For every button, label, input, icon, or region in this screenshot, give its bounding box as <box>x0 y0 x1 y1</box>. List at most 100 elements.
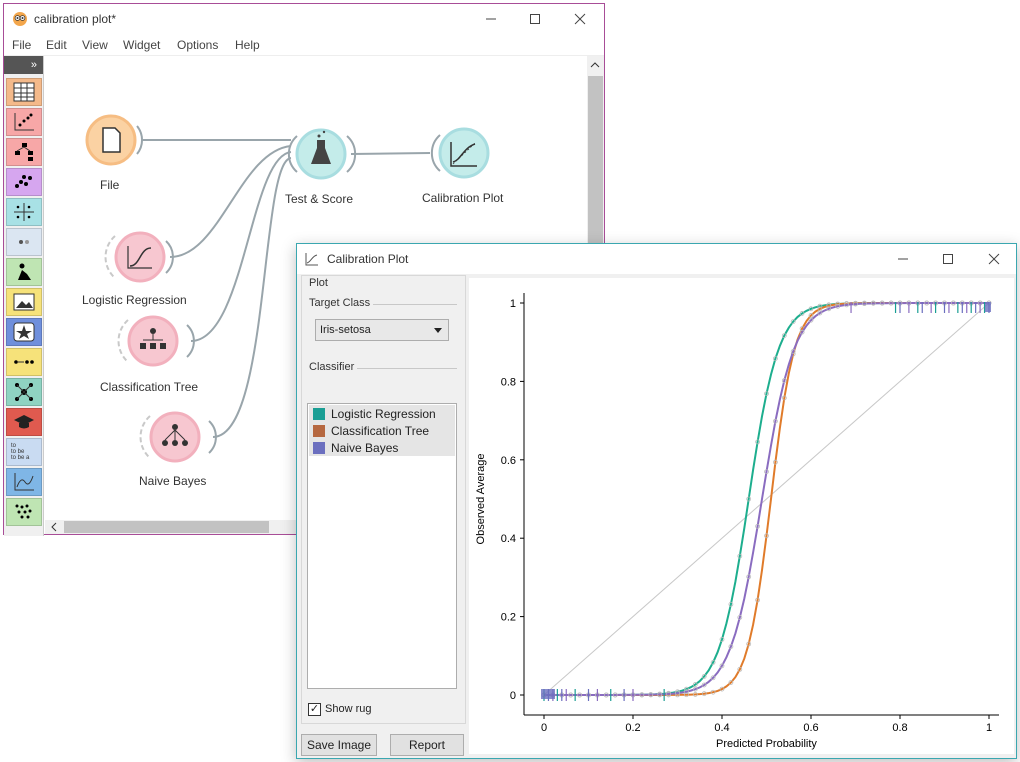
y-tick-label: 0.2 <box>501 612 516 624</box>
scroll-up-icon[interactable] <box>587 58 604 72</box>
control-panel: Plot Target Class Iris-setosa Classifier… <box>301 275 466 724</box>
classifier-item-logistic-regression[interactable]: Logistic Regression <box>309 405 455 422</box>
classifier-item-label: Naive Bayes <box>331 441 399 455</box>
naive-bayes-swatch <box>313 442 325 454</box>
target-class-value: Iris-setosa <box>320 324 371 336</box>
show-rug-label: Show rug <box>325 703 372 715</box>
cal-close-button[interactable] <box>971 244 1017 274</box>
widget-toolbox: » to to be to be a <box>4 56 44 536</box>
node-logistic-regression[interactable] <box>104 231 174 283</box>
toolbox-text-mining-icon[interactable]: to to be to be a <box>6 438 42 466</box>
classifier-item-naive-bayes[interactable]: Naive Bayes <box>309 439 455 456</box>
calibration-plot-area[interactable]: 0 0.2 0.4 0.6 0.8 1 0 0.2 0.4 0.6 0.8 1 Predicted Pr… <box>469 278 1014 754</box>
toolbox-tree-icon[interactable] <box>6 138 42 166</box>
x-tick-label: 0.4 <box>714 722 729 734</box>
x-tick-label: 0.8 <box>892 722 907 734</box>
vertical-scroll-thumb[interactable] <box>588 76 603 246</box>
minimize-icon <box>898 258 908 260</box>
close-icon <box>574 13 586 25</box>
menu-file[interactable]: File <box>12 38 31 52</box>
x-tick-label: 1 <box>986 722 992 734</box>
node-naive-bayes[interactable] <box>139 411 217 463</box>
toolbox-education-icon[interactable] <box>6 408 42 436</box>
cal-window-title: Calibration Plot <box>327 252 409 266</box>
classifier-item-label: Logistic Regression <box>331 407 436 421</box>
node-file[interactable] <box>85 114 144 166</box>
toolbox-image-icon[interactable] <box>6 288 42 316</box>
y-tick-label: 0.4 <box>501 533 516 545</box>
scroll-left-icon[interactable] <box>47 520 61 534</box>
node-test-score[interactable] <box>287 128 357 180</box>
rug-cluster-bottom <box>541 689 555 699</box>
menu-widget[interactable]: Widget <box>123 38 160 52</box>
classification-tree-swatch <box>313 425 325 437</box>
node-classification-tree-label: Classification Tree <box>100 380 199 394</box>
maximize-icon <box>530 14 540 24</box>
menu-options[interactable]: Options <box>177 38 218 52</box>
classifier-item-label: Classification Tree <box>331 424 430 438</box>
classifier-label: Classifier <box>309 361 358 373</box>
orange-app-icon <box>13 12 27 26</box>
show-rug-checkbox[interactable]: ✓ <box>308 703 321 716</box>
node-logistic-regression-label: Logistic Regression <box>82 293 187 307</box>
toolbox-cluster-icon[interactable] <box>6 168 42 196</box>
main-window-title: calibration plot* <box>34 12 117 26</box>
x-tick-label: 0 <box>541 722 547 734</box>
x-tick-label: 0.6 <box>803 722 818 734</box>
calibration-plot-window: Calibration Plot Plot Target Class Iris-… <box>296 243 1017 759</box>
main-titlebar: calibration plot* <box>4 4 604 34</box>
close-icon <box>988 253 1000 265</box>
classifier-listbox[interactable]: Logistic Regression Classification Tree … <box>307 403 457 689</box>
toolbox-matrix-icon[interactable] <box>6 198 42 226</box>
y-tick-label: 0.8 <box>501 376 516 388</box>
menu-edit[interactable]: Edit <box>46 38 67 52</box>
toolbox-distance-icon[interactable] <box>6 228 42 256</box>
toolbox-collapse-button[interactable]: » <box>4 56 43 74</box>
toolbox-data-table-icon[interactable] <box>6 78 42 106</box>
cal-minimize-button[interactable] <box>880 244 926 274</box>
node-classification-tree[interactable] <box>117 315 195 367</box>
diagonal-reference-line <box>543 302 990 696</box>
cal-maximize-button[interactable] <box>925 244 971 274</box>
y-tick-label: 0.6 <box>501 455 516 467</box>
menu-help[interactable]: Help <box>235 38 260 52</box>
classifier-item-classification-tree[interactable]: Classification Tree <box>309 422 455 439</box>
node-test-score-label: Test & Score <box>285 192 354 206</box>
y-tick-label: 1 <box>510 298 516 310</box>
target-class-label: Target Class <box>309 297 374 309</box>
calibration-plot-icon <box>305 253 318 266</box>
rug-cluster-top <box>985 302 991 312</box>
chevron-down-icon <box>434 328 442 333</box>
plot-group-label: Plot <box>309 277 331 289</box>
report-button[interactable]: Report <box>390 734 464 756</box>
maximize-button[interactable] <box>512 4 558 34</box>
toolbox-network-icon[interactable] <box>6 378 42 406</box>
node-calibration-plot[interactable] <box>430 127 490 179</box>
minimize-icon <box>486 18 496 20</box>
y-tick-label: 0 <box>510 690 516 702</box>
toolbox-star-icon[interactable] <box>6 318 42 346</box>
maximize-icon <box>943 254 953 264</box>
toolbox-sequence-icon[interactable] <box>6 348 42 376</box>
toolbox-bio-icon[interactable] <box>6 498 42 526</box>
node-calibration-plot-label: Calibration Plot <box>422 191 504 205</box>
menu-view[interactable]: View <box>82 38 108 52</box>
target-class-combo[interactable]: Iris-setosa <box>315 319 449 341</box>
toolbox-scatter-icon[interactable] <box>6 108 42 136</box>
node-file-label: File <box>100 178 120 192</box>
save-image-button[interactable]: Save Image <box>301 734 377 756</box>
y-axis-title: Observed Average <box>475 454 487 545</box>
toolbox-timeseries-icon[interactable] <box>6 468 42 496</box>
classifier-divider <box>357 368 457 369</box>
toolbox-miner-icon[interactable] <box>6 258 42 286</box>
logistic-regression-swatch <box>313 408 325 420</box>
cal-titlebar: Calibration Plot <box>297 244 1016 274</box>
horizontal-scroll-thumb[interactable] <box>64 521 269 533</box>
close-button[interactable] <box>557 4 603 34</box>
minimize-button[interactable] <box>468 4 514 34</box>
node-naive-bayes-label: Naive Bayes <box>139 474 207 488</box>
calibration-chart: 0 0.2 0.4 0.6 0.8 1 0 0.2 0.4 0.6 0.8 1 Predicted Pr… <box>475 293 999 750</box>
x-tick-label: 0.2 <box>625 722 640 734</box>
target-class-divider <box>373 304 457 305</box>
menubar: File Edit View Widget Options Help <box>4 34 604 56</box>
